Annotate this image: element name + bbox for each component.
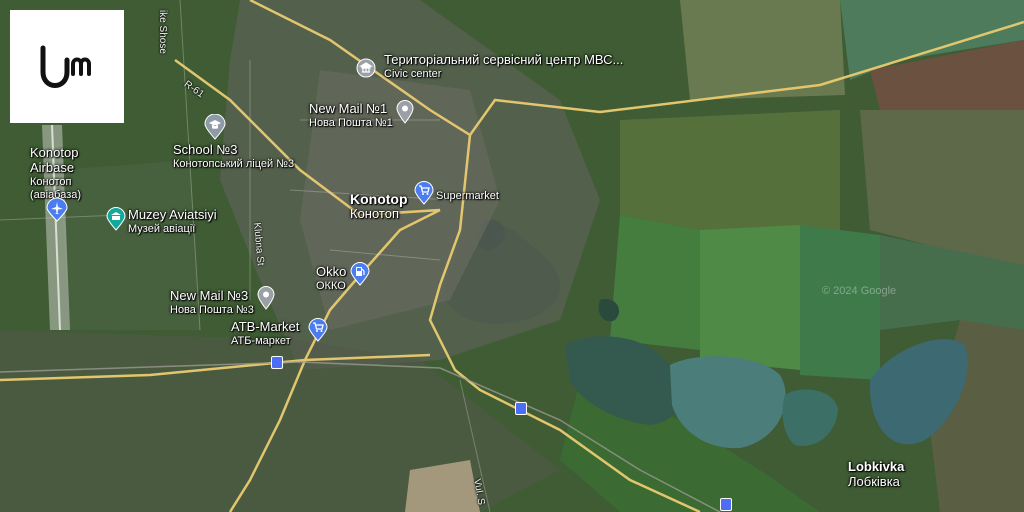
government-icon[interactable]: [356, 58, 376, 78]
school-icon[interactable]: [204, 114, 226, 140]
poi-label: New Mail №3: [170, 288, 249, 303]
poi-label: Територіальний сервісний центр МВС...: [384, 52, 624, 67]
poi-okko[interactable]: Okko ОККО: [316, 264, 347, 293]
poi-supermarket[interactable]: Supermarket: [436, 190, 499, 203]
town-label-lobkivka[interactable]: Lobkivka Лобківка: [848, 459, 905, 490]
map-attribution: © 2024 Google: [822, 285, 897, 297]
satellite-map[interactable]: ike Shose R-61 Klubna St Vul. S Територі…: [0, 0, 1024, 512]
train-station-icon[interactable]: [515, 402, 527, 415]
poi-label: ATB-Market: [231, 319, 300, 334]
poi-new-mail-1[interactable]: New Mail №1 Нова Пошта №1: [309, 101, 393, 130]
poi-sublabel: Civic center: [384, 67, 442, 80]
poi-label: Muzey Aviatsiyi: [128, 207, 217, 222]
airport-icon[interactable]: [46, 198, 68, 222]
poi-sublabel: Конотопський ліцей №3: [173, 157, 295, 170]
poi-label: Konotop Airbase: [30, 145, 79, 175]
poi-label: Supermarket: [436, 190, 499, 202]
city-label: Konotop: [350, 191, 408, 207]
poi-konotop-airbase[interactable]: Konotop Airbase Конотоп (авіабаза): [30, 145, 90, 201]
train-station-icon[interactable]: [720, 498, 732, 511]
poi-territorial-center[interactable]: Територіальний сервісний центр МВС... Ci…: [384, 52, 624, 81]
poi-muzey-aviatsiyi[interactable]: Muzey Aviatsiyi Музей авіації: [128, 207, 217, 236]
town-sublabel: Лобківка: [848, 473, 900, 489]
poi-label: Okko: [316, 264, 347, 279]
poi-sublabel: АТБ-маркет: [231, 334, 291, 347]
shopping-cart-icon[interactable]: [308, 318, 328, 342]
train-station-icon[interactable]: [271, 356, 283, 369]
poi-atb-market[interactable]: ATB-Market АТБ-маркет: [231, 319, 300, 348]
poi-school-3[interactable]: School №3 Конотопський ліцей №3: [173, 142, 295, 171]
museum-icon[interactable]: [106, 207, 126, 231]
city-label-konotop[interactable]: Konotop Конотоп: [350, 191, 408, 222]
city-sublabel: Конотоп: [350, 206, 400, 222]
road-label-shose: ike Shose: [157, 10, 168, 54]
poi-sublabel: ОККО: [316, 279, 346, 292]
poi-new-mail-3[interactable]: New Mail №3 Нова Пошта №3: [170, 288, 254, 317]
poi-sublabel: Нова Пошта №3: [170, 303, 254, 316]
shopping-cart-icon[interactable]: [414, 181, 434, 205]
location-pin-icon[interactable]: [257, 286, 275, 310]
um-logo-icon: [40, 45, 91, 88]
brand-logo: [10, 10, 124, 123]
poi-label: School №3: [173, 142, 238, 157]
town-label: Lobkivka: [848, 459, 905, 474]
fuel-icon[interactable]: [350, 262, 370, 286]
poi-sublabel: Музей авіації: [128, 222, 196, 235]
location-pin-icon[interactable]: [396, 100, 414, 124]
poi-label: New Mail №1: [309, 101, 388, 116]
poi-sublabel: Нова Пошта №1: [309, 116, 393, 129]
